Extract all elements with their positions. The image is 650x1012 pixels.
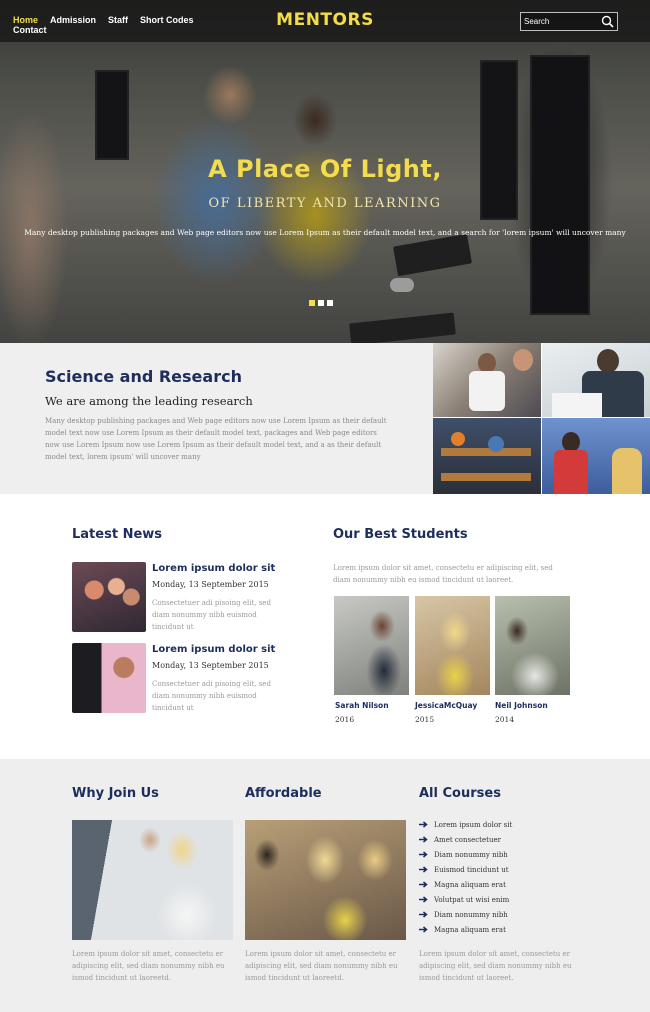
computer-lab-image: [433, 418, 541, 494]
affordable-text: Lorem ipsum dolor sit amet, consectetu e…: [245, 950, 398, 982]
course-item[interactable]: Lorem ipsum dolor sit: [419, 818, 512, 833]
arrow-right-icon: [419, 851, 428, 858]
research-subtitle: We are among the leading research: [45, 394, 253, 408]
student-3-name: Neil Johnson: [495, 701, 548, 710]
arrow-right-icon: [419, 866, 428, 873]
course-item[interactable]: Diam nonummy nibh: [419, 848, 512, 863]
hero-slider: A Place Of Light, OF LIBERTY AND LEARNIN…: [0, 0, 650, 343]
student-1-year: 2016: [335, 715, 355, 724]
hero-description: Many desktop publishing packages and Web…: [24, 228, 626, 237]
header-bar: Home Admission Staff Short Codes Contact MEN…: [0, 0, 650, 42]
course-item[interactable]: Magna aliquam erat: [419, 878, 512, 893]
news-1-date: Monday, 13 September 2015: [152, 580, 269, 589]
course-label: Diam nonummy nibh: [434, 911, 508, 919]
search-input[interactable]: [524, 15, 602, 28]
arrow-right-icon: [419, 926, 428, 933]
news-2-title[interactable]: Lorem ipsum dolor sit: [152, 644, 275, 655]
student-photo-2[interactable]: [415, 596, 490, 695]
affordable-image: [245, 820, 406, 940]
student-3-year: 2014: [495, 715, 515, 724]
course-item[interactable]: Euismod tincidunt ut: [419, 863, 512, 878]
arrow-right-icon: [419, 896, 428, 903]
student-1-name: Sarah Nilson: [335, 701, 389, 710]
student-photo-1[interactable]: [334, 596, 409, 695]
news-2-text: Consectetuer adi pisoing elit, sed diam …: [152, 680, 271, 712]
student-writing-image: [542, 343, 650, 417]
student-2-name: JessicaMcQuay: [415, 701, 478, 710]
best-students-intro: Lorem ipsum dolor sit amet, consectetu e…: [333, 564, 553, 584]
teacher-presentation-image: [542, 418, 650, 494]
course-item[interactable]: Amet consectetuer: [419, 833, 512, 848]
course-item[interactable]: Volutpat ut wisi enim: [419, 893, 512, 908]
arrow-right-icon: [419, 821, 428, 828]
affordable-title: Affordable: [245, 786, 322, 801]
news-image-1[interactable]: [72, 562, 146, 632]
course-item[interactable]: Magna aliquam erat: [419, 923, 512, 938]
hero-title: A Place Of Light,: [208, 155, 442, 183]
all-courses-title: All Courses: [419, 786, 501, 801]
arrow-right-icon: [419, 881, 428, 888]
why-join-title: Why Join Us: [72, 786, 159, 801]
research-body: Many desktop publishing packages and Web…: [45, 417, 387, 461]
search-box: [520, 12, 618, 31]
news-1-title[interactable]: Lorem ipsum dolor sit: [152, 563, 275, 574]
slider-pagination: [309, 291, 336, 310]
research-section: Science and Research We are among the le…: [0, 343, 433, 494]
news-1-text: Consectetuer adi pisoing elit, sed diam …: [152, 599, 271, 631]
slider-dot-1[interactable]: [309, 300, 315, 306]
research-title: Science and Research: [45, 367, 242, 386]
best-students-title: Our Best Students: [333, 527, 468, 542]
student-photo-3[interactable]: [495, 596, 570, 695]
classroom-image: [433, 343, 541, 417]
hero-subtitle: OF LIBERTY AND LEARNING: [208, 196, 442, 211]
course-list: Lorem ipsum dolor sit Amet consectetuer …: [419, 818, 512, 938]
course-label: Amet consectetuer: [434, 836, 501, 844]
research-image-mosaic: [433, 343, 650, 494]
course-label: Magna aliquam erat: [434, 881, 506, 889]
why-join-text: Lorem ipsum dolor sit amet, consectetu e…: [72, 950, 225, 982]
course-label: Diam nonummy nibh: [434, 851, 508, 859]
course-label: Lorem ipsum dolor sit: [434, 821, 513, 829]
all-courses-text: Lorem ipsum dolor sit amet, consectetu e…: [419, 950, 572, 982]
search-icon[interactable]: [601, 15, 614, 28]
course-label: Euismod tincidunt ut: [434, 866, 509, 874]
news-2-date: Monday, 13 September 2015: [152, 661, 269, 670]
arrow-right-icon: [419, 836, 428, 843]
student-2-year: 2015: [415, 715, 435, 724]
slider-dot-2[interactable]: [318, 300, 324, 306]
news-image-2[interactable]: [72, 643, 146, 713]
latest-news-title: Latest News: [72, 527, 163, 542]
course-item[interactable]: Diam nonummy nibh: [419, 908, 512, 923]
arrow-right-icon: [419, 911, 428, 918]
course-label: Magna aliquam erat: [434, 926, 506, 934]
why-join-image: [72, 820, 233, 940]
slider-dot-3[interactable]: [327, 300, 333, 306]
course-label: Volutpat ut wisi enim: [434, 896, 510, 904]
